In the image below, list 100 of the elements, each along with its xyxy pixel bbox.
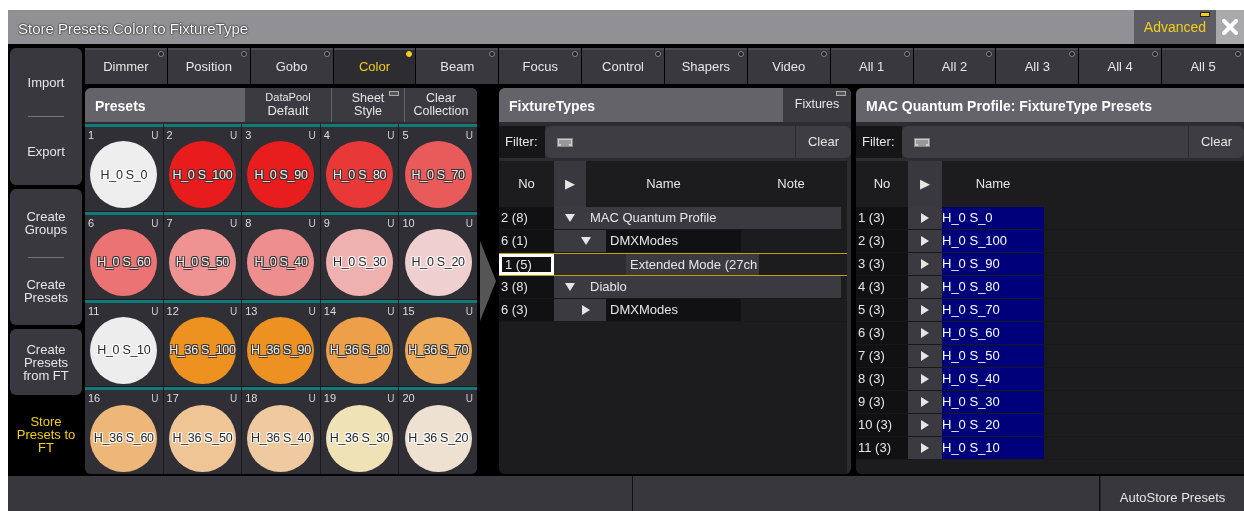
preset-name[interactable]: H_0 S_0 <box>942 207 1044 229</box>
preset-tile[interactable]: 18 U H_36 S_40 <box>242 387 320 474</box>
expand-arrow-icon[interactable] <box>920 259 930 269</box>
tab[interactable]: Shapers <box>665 48 747 84</box>
column-header[interactable]: Name <box>586 161 741 207</box>
column-header[interactable]: No <box>499 161 554 207</box>
preset-flag-label: U <box>151 392 159 407</box>
panel-title: Presets <box>94 97 147 116</box>
sidebar-button[interactable]: Create Groups <box>10 189 82 257</box>
tab[interactable]: Video <box>747 48 830 84</box>
column-header[interactable]: ▶ <box>908 161 942 207</box>
column-header[interactable]: Name <box>942 161 1044 207</box>
filter-field[interactable] <box>545 126 795 158</box>
column-header[interactable]: Note <box>741 161 841 207</box>
sidebar-button[interactable]: Export <box>10 117 82 185</box>
row-number: 2 (3) <box>856 230 908 252</box>
expand-arrow-icon[interactable] <box>920 397 930 407</box>
tab[interactable]: Beam <box>416 48 499 84</box>
preset-flag-label: U <box>151 216 159 231</box>
row-number: 9 (3) <box>856 391 908 413</box>
column-header[interactable]: No <box>856 161 908 207</box>
preset-tile[interactable]: 10 U H_0 S_20 <box>399 211 477 299</box>
tab[interactable]: All 5 <box>1162 48 1244 84</box>
preset-name[interactable]: H_0 S_20 <box>942 414 1044 436</box>
preset-tile[interactable]: 15 U H_36 S_70 <box>399 299 477 387</box>
advanced-button[interactable]: Advanced <box>1134 10 1216 44</box>
tab[interactable]: All 2 <box>913 48 996 84</box>
preset-tile[interactable]: 3 U H_0 S_90 <box>242 124 320 211</box>
preset-name[interactable]: H_0 S_100 <box>942 230 1044 252</box>
preset-tile[interactable]: 12 U H_36 S_100 <box>163 299 242 387</box>
tab[interactable]: Dimmer <box>85 48 167 84</box>
preset-tile[interactable]: 7 U H_0 S_50 <box>163 211 242 299</box>
tab[interactable]: Focus <box>499 48 582 84</box>
preset-number: 16 <box>88 391 101 407</box>
preset-name[interactable]: H_0 S_10 <box>942 437 1044 459</box>
clear-button[interactable]: Clear <box>1188 126 1244 158</box>
expand-arrow-icon[interactable] <box>920 443 930 453</box>
clear-button[interactable]: Clear <box>795 126 851 158</box>
fixtures-button[interactable]: Fixtures <box>783 88 851 122</box>
tab[interactable]: Gobo <box>250 48 333 84</box>
preset-name[interactable]: H_0 S_40 <box>942 368 1044 390</box>
datapool-dropdown[interactable]: DataPool Default <box>245 88 331 122</box>
preset-tile[interactable]: 19 U H_36 S_30 <box>320 387 399 474</box>
tree-item-name: DMXModes <box>609 301 679 320</box>
keyboard-icon[interactable] <box>914 137 930 147</box>
expand-arrow-icon[interactable] <box>920 374 930 384</box>
expand-arrow-icon[interactable] <box>920 328 930 338</box>
filter-field[interactable] <box>902 126 1188 158</box>
preset-name[interactable]: H_0 S_30 <box>942 391 1044 413</box>
preset-name[interactable]: H_0 S_80 <box>942 276 1044 298</box>
collapse-arrow-icon[interactable] <box>581 236 591 246</box>
tab[interactable]: All 1 <box>830 48 913 84</box>
preset-tile[interactable]: 1 U H_0 S_0 <box>85 124 163 211</box>
preset-name: H_0 S_60 <box>97 254 151 272</box>
preset-flag-label: U <box>465 216 473 231</box>
preset-name: H_36 S_60 <box>93 429 154 447</box>
tab[interactable]: All 3 <box>996 48 1079 84</box>
preset-name[interactable]: H_0 S_60 <box>942 322 1044 344</box>
keyboard-icon[interactable] <box>557 137 573 147</box>
preset-tile[interactable]: 20 U H_36 S_20 <box>399 387 477 474</box>
expand-arrow-icon[interactable] <box>581 305 591 315</box>
preset-tile[interactable]: 2 U H_0 S_100 <box>163 124 242 211</box>
preset-name: H_36 S_100 <box>169 342 236 359</box>
preset-tile[interactable]: 9 U H_0 S_30 <box>320 211 399 299</box>
autostore-button[interactable]: AutoStore Presets <box>1100 476 1244 511</box>
sidebar-button[interactable]: Create Presets <box>10 257 82 325</box>
preset-name[interactable]: H_0 S_90 <box>942 253 1044 275</box>
preset-tile[interactable]: 11 U H_0 S_10 <box>85 299 163 387</box>
sidebar-button[interactable]: Create Presets from FT <box>10 329 82 395</box>
tab[interactable]: Control <box>582 48 664 84</box>
preset-flag-label: U <box>387 392 395 407</box>
expand-arrow-icon[interactable] <box>920 282 930 292</box>
expand-arrow-icon[interactable] <box>920 213 930 223</box>
preset-tile[interactable]: 5 U H_0 S_70 <box>399 124 477 211</box>
collapse-arrow-icon[interactable] <box>565 282 575 292</box>
tab[interactable]: Position <box>167 48 250 84</box>
preset-tile[interactable]: 6 U H_0 S_60 <box>85 211 163 299</box>
tab[interactable]: All 4 <box>1079 48 1162 84</box>
preset-tile[interactable]: 13 U H_36 S_90 <box>242 299 320 387</box>
expand-arrow-icon[interactable] <box>920 351 930 361</box>
header-button[interactable]: Sheet Style <box>332 88 404 122</box>
header-button[interactable]: Clear Collection <box>405 88 477 122</box>
row-number: 11 (3) <box>856 437 908 459</box>
preset-tile[interactable]: 14 U H_36 S_80 <box>320 299 399 387</box>
preset-tile[interactable]: 17 U H_36 S_50 <box>163 387 242 474</box>
collapse-arrow-icon[interactable] <box>565 213 575 223</box>
expand-arrow-icon[interactable] <box>920 305 930 315</box>
sidebar-button[interactable]: Import <box>10 48 82 116</box>
expand-arrow-icon[interactable] <box>920 236 930 246</box>
column-header[interactable]: ▶ <box>554 161 586 207</box>
preset-tile[interactable]: 16 U H_36 S_60 <box>85 387 163 474</box>
preset-tile[interactable]: 4 U H_0 S_80 <box>320 124 399 211</box>
filter-label: Filter: <box>499 126 545 158</box>
preset-name[interactable]: H_0 S_50 <box>942 345 1044 367</box>
preset-name[interactable]: H_0 S_70 <box>942 299 1044 321</box>
tab[interactable]: Color <box>333 48 416 84</box>
preset-tile[interactable]: 8 U H_0 S_40 <box>242 211 320 299</box>
row-number: 3 (8) <box>499 276 554 298</box>
expand-arrow-icon[interactable] <box>920 420 930 430</box>
preset-flag-label: U <box>387 304 395 319</box>
